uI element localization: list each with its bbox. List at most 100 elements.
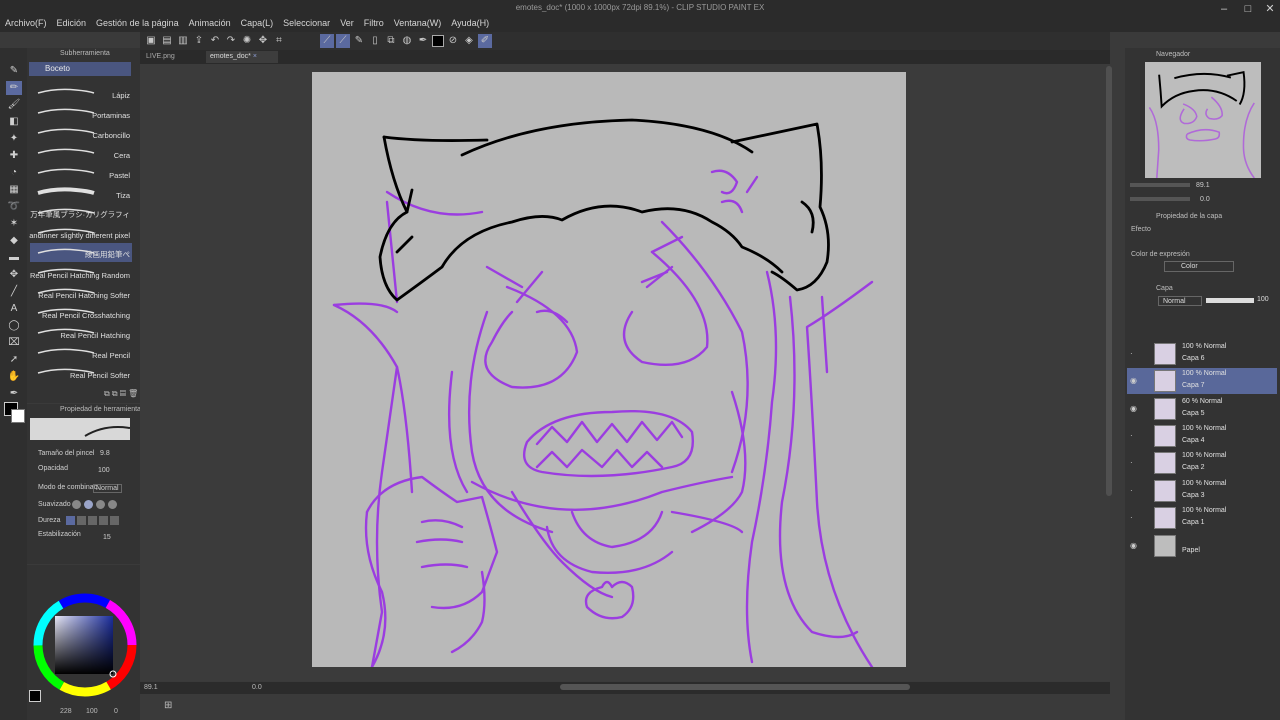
loading-icon[interactable]: ✺ [240, 34, 254, 48]
layer-visibility-icon[interactable]: · [1130, 349, 1133, 358]
blend-tool-icon[interactable]: ◔ [6, 166, 22, 180]
open-icon[interactable]: ▤ [160, 34, 174, 48]
layer-opacity-value[interactable]: 100 [1257, 296, 1269, 303]
subtool-brush-item[interactable]: 綾画用鉛筆ぺ [30, 243, 132, 262]
gradient-tool-icon[interactable]: ▬ [6, 251, 22, 265]
color-wheel[interactable] [30, 592, 140, 698]
tab-emotes-doc[interactable]: emotes_doc* × [206, 51, 278, 63]
eraser-tool-icon[interactable]: ◧ [6, 115, 22, 129]
layer-visibility-icon[interactable]: ◉ [1130, 404, 1137, 413]
balloon-tool-icon[interactable]: ◯ [6, 319, 22, 333]
subtool-group-tab[interactable]: Boceto [29, 62, 131, 76]
layer-row[interactable]: ◉ 100 % Normal Capa 7 [1127, 368, 1277, 394]
save-icon[interactable]: ▥ [176, 34, 190, 48]
subtool-brush-item[interactable]: Tiza [30, 183, 132, 202]
wand-tool-icon[interactable]: ✶ [6, 217, 22, 231]
layer-visibility-icon[interactable]: ◉ [1130, 541, 1137, 550]
palette-icon[interactable]: ◈ [462, 34, 476, 48]
layer-visibility-icon[interactable]: · [1130, 458, 1133, 467]
menu-ventana[interactable]: Ventana(W) [389, 18, 447, 28]
antialias-options[interactable] [72, 500, 124, 510]
subtool-brush-item[interactable]: Real Pencil Hatching Softer [30, 283, 132, 302]
menu-archivo[interactable]: Archivo(F) [0, 18, 52, 28]
navigator-rotation[interactable]: 0.0 [1200, 196, 1210, 203]
lock-icon[interactable]: ⧉ [384, 34, 398, 48]
transform-icon[interactable]: ⌗ [272, 34, 286, 48]
brush-size-value[interactable]: 9.8 [100, 450, 110, 457]
undo-icon[interactable]: ↶ [208, 34, 222, 48]
snap-special-icon[interactable]: ⟋ [336, 34, 350, 48]
menu-seleccionar[interactable]: Seleccionar [278, 18, 335, 28]
subtool-brush-item[interactable]: Real Pencil Softer [30, 363, 132, 382]
blend-mode-select[interactable]: Normal [93, 484, 122, 493]
layer-row[interactable]: · 100 % Normal Capa 2 [1127, 450, 1277, 476]
hand-tool-icon[interactable]: ✋ [6, 370, 22, 384]
snap-ruler-icon[interactable]: ⟋ [320, 34, 334, 48]
frame-tool-icon[interactable]: ⌧ [6, 336, 22, 350]
layer-visibility-icon[interactable]: · [1130, 513, 1133, 522]
menu-edicion[interactable]: Edición [52, 18, 92, 28]
stabilization-value[interactable]: 15 [103, 534, 111, 541]
new-icon[interactable]: ▣ [144, 34, 158, 48]
menu-filtro[interactable]: Filtro [359, 18, 389, 28]
status-zoom[interactable]: 89.1 [144, 684, 158, 691]
object-tool-icon[interactable]: ➚ [6, 353, 22, 367]
layer-row[interactable]: · 100 % Normal Capa 4 [1127, 423, 1277, 449]
menu-animacion[interactable]: Animación [184, 18, 236, 28]
menu-gestion-pagina[interactable]: Gestión de la página [91, 18, 184, 28]
layer-row[interactable]: ◉ Papel [1127, 533, 1277, 559]
layer-visibility-icon[interactable]: · [1130, 486, 1133, 495]
drawing-canvas[interactable] [312, 72, 906, 667]
redo-icon[interactable]: ↷ [224, 34, 238, 48]
layer-visibility-icon[interactable]: · [1130, 431, 1133, 440]
active-pen-icon[interactable]: ✐ [478, 34, 492, 48]
tab-live-png[interactable]: LIVE.png [142, 51, 179, 63]
pen-tool-icon[interactable]: ✎ [6, 64, 22, 78]
export-icon[interactable]: ⇪ [192, 34, 206, 48]
menu-ayuda[interactable]: Ayuda(H) [446, 18, 494, 28]
navigator-rotate-slider[interactable] [1130, 197, 1190, 201]
subtool-brush-item[interactable]: Carboncillo [30, 123, 132, 142]
menu-ver[interactable]: Ver [335, 18, 359, 28]
eyedropper-icon[interactable]: ✒ [416, 34, 430, 48]
subtool-brush-item[interactable]: Lápiz [30, 83, 132, 102]
subtool-brush-item[interactable]: Real Pencil Crosshatching [30, 303, 132, 322]
layer-row[interactable]: · 100 % Normal Capa 1 [1127, 505, 1277, 531]
subtool-actions-icon[interactable]: ⧉ ⧉ ▤ 🗑 [104, 389, 138, 399]
layer-visibility-icon[interactable]: ◉ [1130, 376, 1137, 385]
background-color-icon[interactable] [11, 409, 25, 423]
move-icon[interactable]: ✥ [256, 34, 270, 48]
subtool-brush-item[interactable]: andinner slightly different pixel [29, 223, 132, 242]
lasso-tool-icon[interactable]: ➰ [6, 200, 22, 214]
hardness-options[interactable] [66, 516, 122, 526]
tab-close-icon[interactable]: × [253, 53, 257, 60]
main-color-icon[interactable] [29, 690, 41, 702]
eyedropper-tool-icon[interactable]: ✒ [6, 387, 22, 401]
status-angle[interactable]: 0.0 [252, 684, 262, 691]
color-swatch-icon[interactable] [432, 35, 444, 47]
fill-tool-icon[interactable]: ◆ [6, 234, 22, 248]
navigator-thumbnail[interactable] [1145, 62, 1261, 179]
subtool-brush-item[interactable]: Pastel [30, 163, 132, 182]
opacity-value[interactable]: 100 [98, 467, 110, 474]
menu-capa[interactable]: Capa(L) [236, 18, 279, 28]
navigator-zoom[interactable]: 89.1 [1196, 182, 1210, 189]
line-tool-icon[interactable]: ╱ [6, 285, 22, 299]
text-tool-icon[interactable]: A [6, 302, 22, 316]
subtool-brush-item[interactable]: Real Pencil Hatching Random [30, 263, 132, 282]
subtool-brush-item[interactable]: 万年筆風ブラシ·カリグラフィ [30, 203, 132, 222]
ruler-icon[interactable]: ▯ [368, 34, 382, 48]
airbrush-tool-icon[interactable]: ✚ [6, 149, 22, 163]
grid-toggle-icon[interactable]: ⊞ [164, 700, 172, 711]
close-button[interactable]: ✕ [1260, 2, 1280, 16]
subtool-brush-item[interactable]: Cera [30, 143, 132, 162]
brush-tool-icon[interactable]: 🖌 [6, 98, 22, 112]
subtool-brush-item[interactable]: Portaminas [30, 103, 132, 122]
navigator-zoom-slider[interactable] [1130, 183, 1190, 187]
vertical-scrollbar[interactable] [1106, 66, 1112, 496]
layer-opacity-slider[interactable] [1206, 298, 1254, 303]
expression-color-select[interactable]: Color [1164, 261, 1234, 272]
pencil-tool-icon[interactable]: ✏ [6, 81, 22, 95]
horizontal-scrollbar[interactable] [560, 684, 910, 690]
subtool-brush-item[interactable]: Real Pencil Hatching [30, 323, 132, 342]
